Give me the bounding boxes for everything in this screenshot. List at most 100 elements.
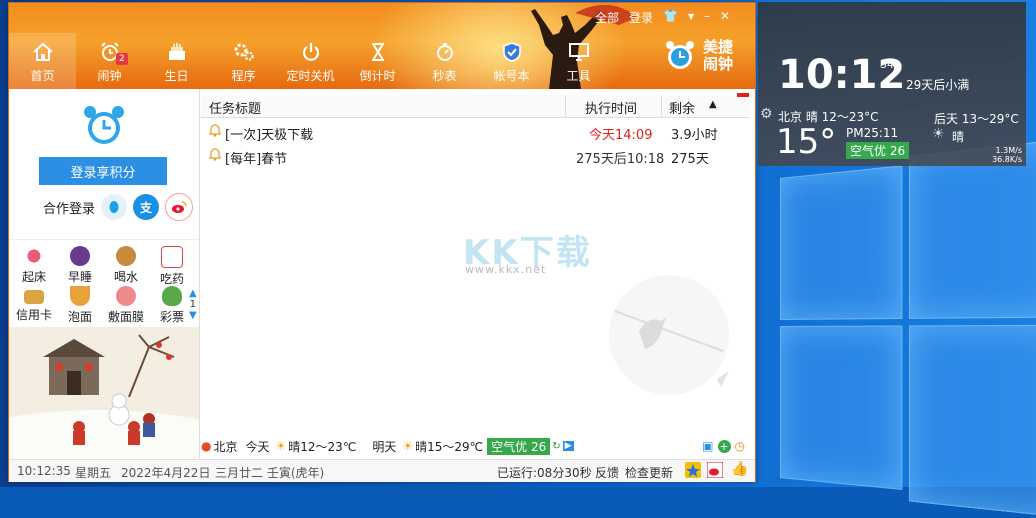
monitor-icon [566,39,592,65]
watermark-url: www.kkx.net [465,263,547,276]
brand-clock-icon [666,41,694,69]
main-nav: 首页 2 闹钟 生日 程序 定时关机 倒计时 秒表 帐号本 工具 [9,33,612,89]
nav-shutdown[interactable]: 定时关机 [277,33,344,89]
nav-alarm[interactable]: 2 闹钟 [76,33,143,89]
quick-item-facemask[interactable]: 敷面膜 [103,286,149,325]
weather-bar: ● 北京 今天 ☀ 晴12～23℃ 明天 ☀ 晴15～29℃ 空气优 26 ↻ … [201,437,745,455]
nav-home[interactable]: 首页 [9,33,76,89]
location-pin-icon: ● [201,439,212,453]
air-quality-badge: 空气优 26 [487,437,551,455]
task-table-header: 任务标题 执行时间 剩余 ▲ [201,93,749,118]
clock-icon[interactable]: ◷ [735,439,745,453]
gears-icon [231,39,257,65]
power-icon [298,39,324,65]
close-icon[interactable]: ✕ [720,9,730,26]
current-time: 10:12:35 [17,464,71,478]
table-row[interactable]: [每年]春节 275天后10:18 275天 [201,145,749,167]
sun-icon: ☀ [932,126,945,142]
grid-pager: ▲ 1 ▼ [189,288,197,321]
widget-air-quality: 空气优 26 [846,142,910,159]
bell-icon [207,122,223,142]
task-list: 任务标题 执行时间 剩余 ▲ [一次]天极下载 今天14:09 3.9小时 [每… [201,93,751,435]
bird-branch-decoration [609,275,729,395]
quick-item-wakeup[interactable]: 起床 [11,246,57,285]
bell-icon [207,146,223,166]
noodle-bowl-icon [70,286,90,306]
widget-temperature: 15° [776,122,837,162]
lunar-date: 三月廿二 壬寅(虎年) [215,466,325,480]
quick-reminder-grid: 起床 早睡 喝水 吃药 信用卡 泡面 敷面膜 彩票 ▲ 1 ▼ [9,239,199,328]
nav-stopwatch[interactable]: 秒表 [411,33,478,89]
col-title[interactable]: 任务标题 [209,98,261,117]
table-row[interactable]: [一次]天极下载 今天14:09 3.9小时 [201,121,749,143]
alipay-icon[interactable]: 支 [133,194,160,220]
sidebar: 登录享积分 合作登录 支 起床 早睡 喝水 吃药 信用卡 泡面 敷面膜 彩票 ▲… [9,89,200,459]
quick-item-sleep[interactable]: 早睡 [57,246,103,285]
col-time[interactable]: 执行时间 [585,98,637,117]
current-date: 2022年4月22日 [121,466,211,480]
desktop-weather-widget: 10:12 34 29天后小满 ⚙ 北京 晴 12～23°C 后天 13～29°… [758,2,1026,166]
nav-tools[interactable]: 工具 [545,33,612,89]
quick-item-water[interactable]: 喝水 [103,246,149,285]
quick-item-medicine[interactable]: 吃药 [149,246,195,287]
widget-condition: 晴 [952,130,965,144]
widget-pm25: PM25:11 [846,126,899,140]
note-icon[interactable]: ▣ [702,439,713,453]
quick-item-creditcard[interactable]: 信用卡 [11,286,57,323]
sun-icon [24,246,44,266]
menu-icon[interactable]: ▾ [688,9,694,26]
page-up-icon[interactable]: ▲ [189,288,197,299]
alarm-count-badge: 2 [116,53,128,65]
login-points-button[interactable]: 登录享积分 [39,157,167,185]
weather-city[interactable]: 北京 [213,438,237,455]
hourglass-icon [365,39,391,65]
like-icon[interactable]: 👍 [731,461,748,477]
nav-birthday[interactable]: 生日 [143,33,210,89]
login-link[interactable]: 登录 [629,9,653,26]
feedback-link[interactable]: 反馈 [595,464,619,481]
qzone-icon[interactable] [685,462,701,481]
header-banner: 全部 登录 👕 ▾ – ✕ 首页 2 闹钟 生日 程序 定时关机 倒计时 秒表 … [9,3,755,89]
all-link[interactable]: 全部 [595,9,619,26]
cake-icon [164,39,190,65]
stopwatch-icon [432,39,458,65]
nav-program[interactable]: 程序 [210,33,277,89]
nav-accountbook[interactable]: 帐号本 [478,33,545,89]
winter-scene-image [9,327,199,459]
skin-icon[interactable]: 👕 [663,9,678,26]
nav-countdown[interactable]: 倒计时 [344,33,411,89]
windows-logo [780,138,1036,518]
alarm-clock-icon [81,103,127,152]
gear-icon[interactable]: ⚙ [760,106,773,122]
minimize-icon[interactable]: – [704,9,710,26]
sun-icon: ☀ [402,439,414,453]
brand-logo: 美捷 闹钟 [663,39,733,73]
refresh-icon[interactable]: ↻ [552,441,560,452]
add-icon[interactable]: + [717,439,731,453]
net-upload-speed: 1.3M/s [995,146,1023,155]
weibo-icon[interactable] [165,193,194,221]
shield-icon [499,39,525,65]
uptime: 已运行:08分30秒 [497,466,592,480]
moon-icon [70,246,90,266]
quick-item-noodles[interactable]: 泡面 [57,286,103,325]
partner-login: 合作登录 支 [43,193,194,221]
expand-icon[interactable]: ▶ [562,441,574,451]
drink-icon [116,246,136,266]
sort-ascending-icon: ▲ [709,99,717,110]
widget-day-after: 后天 13～29°C [934,112,1019,126]
window-controls: 全部 登录 👕 ▾ – ✕ [585,9,730,26]
alarm-app-window: 全部 登录 👕 ▾ – ✕ 首页 2 闹钟 生日 程序 定时关机 倒计时 秒表 … [8,2,756,482]
credit-card-icon [24,290,44,304]
home-icon [30,39,56,65]
col-remaining[interactable]: 剩余 [669,98,695,117]
widget-solar-term: 29天后小满 [906,78,970,92]
check-update-link[interactable]: 检查更新 [625,464,673,481]
widget-seconds: 34 [880,58,894,71]
weibo-share-icon[interactable] [706,461,724,481]
page-down-icon[interactable]: ▼ [189,310,197,321]
qq-icon[interactable] [101,194,128,220]
sun-icon: ☀ [275,439,287,453]
net-download-speed: 36.8K/s [992,155,1022,164]
weekday: 星期五 [75,466,112,480]
